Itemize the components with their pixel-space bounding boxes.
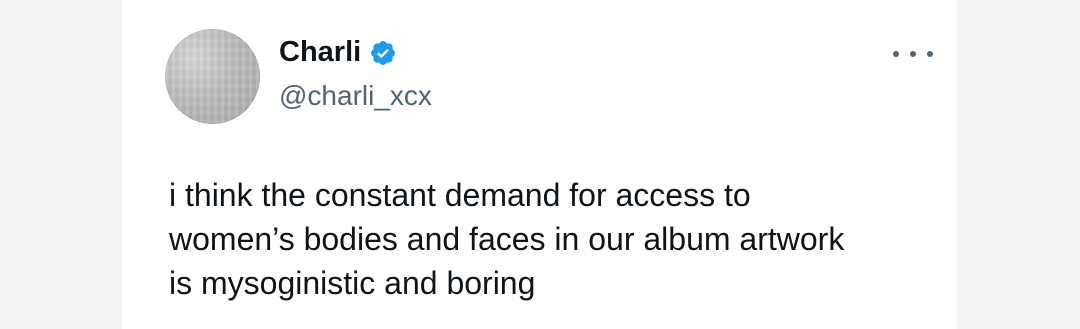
more-options-button[interactable] <box>893 45 933 63</box>
verified-badge-icon <box>369 39 397 67</box>
display-name[interactable]: Charli <box>279 38 361 67</box>
tweet-text: i think the constant demand for access t… <box>169 177 845 301</box>
profile-avatar[interactable] <box>165 29 260 124</box>
more-options-icon <box>893 51 899 57</box>
more-options-icon <box>927 51 933 57</box>
author-row: Charli <box>279 38 397 67</box>
user-handle[interactable]: @charli_xcx <box>279 82 432 110</box>
more-options-icon <box>910 51 916 57</box>
